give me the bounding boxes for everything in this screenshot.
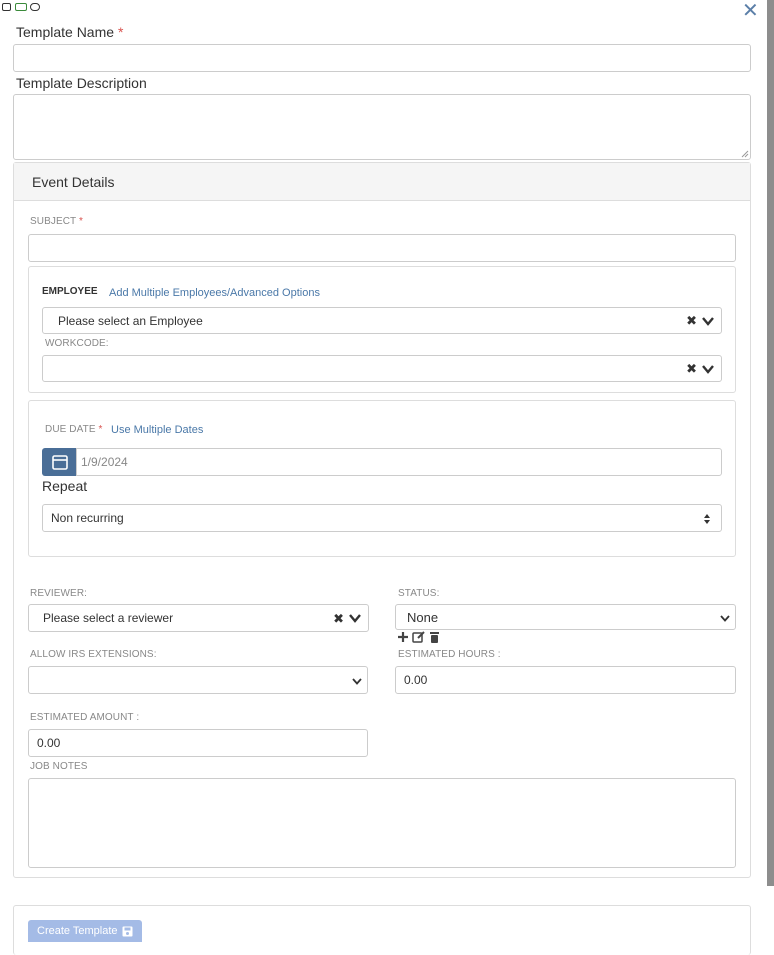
subject-label: SUBJECT * [30, 216, 83, 227]
close-icon[interactable]: ✕ [742, 0, 759, 23]
workcode-select[interactable]: ✖ [42, 355, 722, 382]
job-notes-label: JOB NOTES [30, 761, 88, 772]
reviewer-select[interactable]: Please select a reviewer ✖ [28, 604, 369, 632]
template-name-label: Template Name * [16, 24, 124, 40]
event-details-header: Event Details [14, 163, 750, 201]
due-date-input[interactable]: 1/9/2024 [76, 448, 722, 476]
chevron-down-icon [720, 615, 730, 622]
reviewer-select-value: Please select a reviewer [43, 611, 174, 625]
estimated-hours-value: 0.00 [404, 673, 428, 687]
estimated-hours-input[interactable]: 0.00 [395, 666, 736, 694]
chevron-down-icon[interactable] [348, 611, 362, 625]
estimated-amount-input[interactable]: 0.00 [28, 729, 368, 757]
allow-irs-extensions-label: ALLOW IRS EXTENSIONS: [30, 649, 157, 660]
resize-handle-icon[interactable] [741, 150, 749, 158]
status-select-value: None [407, 609, 439, 625]
calendar-button[interactable] [42, 448, 77, 476]
allow-irs-extensions-select[interactable] [28, 666, 368, 694]
estimated-amount-label: ESTIMATED AMOUNT : [30, 712, 140, 723]
status-label: STATUS: [398, 588, 440, 599]
status-actions [397, 631, 440, 643]
repeat-select-value: Non recurring [51, 511, 124, 525]
scrollbar[interactable] [767, 0, 774, 886]
due-date-value: 1/9/2024 [81, 455, 128, 469]
edit-icon[interactable] [412, 631, 426, 643]
chevron-down-icon[interactable] [701, 314, 715, 328]
repeat-select[interactable]: Non recurring [42, 504, 722, 532]
clear-icon[interactable]: ✖ [686, 362, 697, 375]
employee-label: EMPLOYEE [42, 286, 98, 297]
template-name-input[interactable] [13, 44, 751, 72]
employee-select[interactable]: Please select an Employee ✖ [42, 307, 722, 334]
window-control-minimize-icon[interactable] [2, 3, 11, 11]
chevron-down-icon[interactable] [701, 362, 715, 376]
estimated-hours-label: ESTIMATED HOURS : [398, 649, 501, 660]
template-description-textarea[interactable] [13, 94, 751, 160]
clear-icon[interactable]: ✖ [686, 314, 697, 327]
subject-input[interactable] [28, 234, 736, 262]
floppy-disk-icon [122, 926, 133, 936]
window-control-restore-icon[interactable] [30, 3, 40, 11]
plus-icon[interactable] [397, 631, 409, 643]
employee-select-value: Please select an Employee [58, 313, 203, 328]
create-template-label: Create Template [37, 925, 118, 937]
status-select[interactable]: None [395, 604, 736, 630]
window-control-maximize-icon[interactable] [15, 3, 27, 11]
trash-icon[interactable] [429, 631, 440, 643]
chevron-down-icon [352, 678, 362, 685]
clear-icon[interactable]: ✖ [333, 612, 344, 625]
sort-arrows-icon [704, 514, 710, 524]
reviewer-label: REVIEWER: [30, 588, 88, 599]
use-multiple-dates-link[interactable]: Use Multiple Dates [111, 424, 203, 436]
job-notes-textarea[interactable] [28, 778, 736, 868]
estimated-amount-value: 0.00 [37, 736, 61, 750]
repeat-label: Repeat [42, 478, 88, 494]
due-date-label: DUE DATE * [45, 424, 103, 435]
calendar-icon [51, 455, 68, 470]
workcode-label: WORKCODE: [45, 338, 109, 349]
template-description-label: Template Description [16, 75, 147, 91]
add-multiple-employees-link[interactable]: Add Multiple Employees/Advanced Options [109, 287, 320, 299]
